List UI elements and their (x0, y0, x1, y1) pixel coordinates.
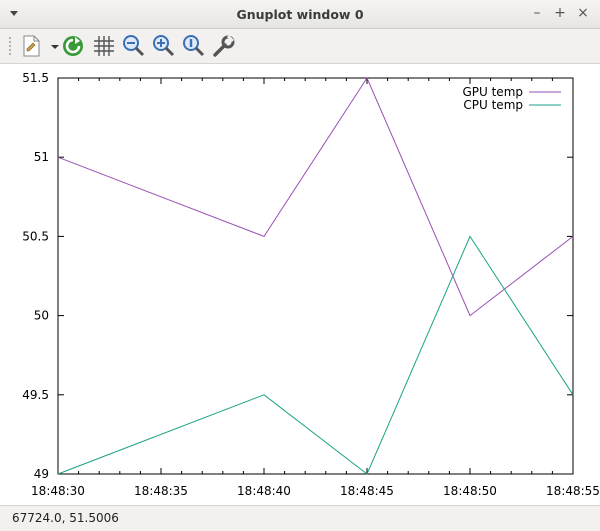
y-tick-label: 51.5 (22, 71, 49, 85)
minimize-button[interactable]: – (529, 5, 545, 21)
y-tick-label: 50 (34, 309, 49, 323)
copy-export-icon[interactable] (18, 33, 44, 59)
x-tick-label: 18:48:55 (546, 484, 600, 498)
toolbar (0, 29, 600, 64)
gnuplot-window: Gnuplot window 0 – + × 49 49.5 50 50.5 5… (0, 0, 600, 531)
mouse-coordinates: 67724.0, 51.5006 (12, 511, 119, 525)
series-line-gpu-temp (57, 76, 574, 317)
plot-area[interactable]: 49 49.5 50 50.5 51 51.5 18:48:30 18:48:35 18:48:… (0, 64, 600, 505)
settings-wrench-icon[interactable] (211, 33, 237, 59)
close-button[interactable]: × (575, 5, 591, 21)
window-title: Gnuplot window 0 (236, 7, 364, 22)
replot-icon[interactable] (60, 33, 86, 59)
x-tick-label: 18:48:50 (443, 484, 497, 498)
legend-label: GPU temp (462, 85, 523, 99)
title-bar[interactable]: Gnuplot window 0 – + × (0, 0, 600, 29)
x-tick-label: 18:48:45 (340, 484, 394, 498)
toolbar-grip[interactable] (8, 36, 12, 56)
y-tick-label: 51 (34, 150, 49, 164)
zoom-in-icon[interactable] (151, 33, 177, 59)
x-tick-label: 18:48:40 (237, 484, 291, 498)
line-chart: 49 49.5 50 50.5 51 51.5 18:48:30 18:48:35 18:48:… (22, 71, 600, 498)
zoom-out-icon[interactable] (121, 33, 147, 59)
dropdown-arrow-icon[interactable] (42, 33, 59, 59)
status-bar: 67724.0, 51.5006 (0, 505, 600, 531)
grid-icon[interactable] (91, 33, 117, 59)
y-tick-label: 49 (34, 467, 49, 481)
y-tick-label: 50.5 (22, 229, 49, 243)
legend-label: CPU temp (463, 98, 523, 112)
x-tick-label: 18:48:35 (134, 484, 188, 498)
y-tick-label: 49.5 (22, 388, 49, 402)
series-line-cpu-temp (57, 235, 574, 475)
maximize-button[interactable]: + (552, 5, 568, 21)
x-tick-label: 18:48:30 (31, 484, 85, 498)
zoom-previous-icon[interactable] (181, 33, 207, 59)
